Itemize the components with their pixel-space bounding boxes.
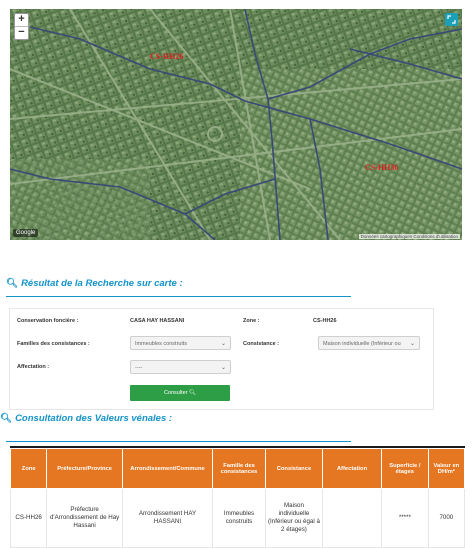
th-superficie: Superficie / étages bbox=[381, 448, 429, 489]
table-row: CS-HH26 Préfecture d'Arrondissement de H… bbox=[9, 488, 466, 548]
google-logo: Google bbox=[13, 229, 39, 237]
familles-label: Familles des consistances : bbox=[17, 341, 90, 347]
th-consistance: Consistance bbox=[264, 448, 323, 489]
th-zone: Zone bbox=[9, 448, 48, 489]
chevron-down-icon: ⌄ bbox=[409, 341, 415, 347]
zone-label: Zone : bbox=[243, 318, 260, 324]
cell-consistance: Maison individuelle (Inférieur ou égal à… bbox=[264, 488, 323, 548]
affectation-select-value: ---- bbox=[135, 365, 143, 371]
consistance-label: Consistance : bbox=[243, 341, 280, 347]
conservation-label: Conservation foncière : bbox=[17, 318, 79, 324]
affectation-label: Affectation : bbox=[17, 364, 50, 370]
result-title-text: Résultat de la Recherche sur carte : bbox=[21, 278, 183, 289]
zoom-in-button[interactable]: + bbox=[15, 14, 28, 26]
fullscreen-button[interactable] bbox=[445, 13, 458, 26]
th-valeur: Valeur en DH/m² bbox=[427, 448, 466, 489]
consulter-button[interactable]: Consulter 🔍︎ bbox=[130, 385, 230, 401]
consult-section-title: 🔍︎ Consultation des Valeurs vénales : bbox=[0, 413, 172, 424]
cell-valeur: 7000 bbox=[427, 488, 466, 548]
th-affectation: Affectation bbox=[321, 448, 383, 489]
familles-select-value: Immeubles construits bbox=[135, 341, 187, 347]
th-prefecture: Préfecture/Province bbox=[46, 448, 123, 489]
familles-select[interactable]: Immeubles construits ⌄ bbox=[130, 336, 231, 350]
cell-zone: CS-HH26 bbox=[9, 488, 48, 548]
result-title-underline bbox=[6, 296, 351, 297]
table-header-row: Zone Préfecture/Province Arrondissement/… bbox=[9, 448, 466, 489]
cell-famille: Immeubles construits bbox=[212, 488, 266, 548]
chevron-down-icon: ⌄ bbox=[220, 365, 226, 371]
conservation-value: CASA HAY HASSANI bbox=[130, 318, 185, 324]
affectation-select[interactable]: ---- ⌄ bbox=[130, 360, 231, 374]
zone-value: CS-HH26 bbox=[313, 318, 337, 324]
zone-label-hh36[interactable]: CS-HH36 bbox=[365, 163, 398, 172]
result-section-title: 🔍︎ Résultat de la Recherche sur carte : bbox=[6, 278, 183, 289]
search-icon: 🔍︎ bbox=[6, 278, 19, 289]
zoom-control: + − bbox=[14, 13, 29, 40]
cell-affectation bbox=[321, 488, 383, 548]
consistance-select[interactable]: Maison individuelle (Inférieur ou ⌄ bbox=[318, 336, 420, 350]
cell-prefecture: Préfecture d'Arrondissement de Hay Hassa… bbox=[46, 488, 123, 548]
cell-arrondissement: Arrondissement HAY HASSANI bbox=[121, 488, 214, 548]
chevron-down-icon: ⌄ bbox=[220, 341, 226, 347]
th-arrondissement: Arrondissement/Commune bbox=[121, 448, 214, 489]
map-attribution[interactable]: Données cartographiques Conditions d'uti… bbox=[358, 234, 460, 239]
zone-label-hh26[interactable]: CS-HH26 bbox=[150, 52, 183, 61]
consult-title-text: Consultation des Valeurs vénales : bbox=[15, 413, 173, 424]
search-icon: 🔍︎ bbox=[0, 413, 13, 424]
valeurs-table: Zone Préfecture/Province Arrondissement/… bbox=[9, 448, 466, 548]
satellite-map[interactable]: + − CS-HH26 CS-HH36 Google Données carto… bbox=[10, 9, 462, 240]
consult-title-underline bbox=[6, 441, 351, 442]
search-icon: 🔍︎ bbox=[189, 390, 197, 396]
cell-superficie: ***** bbox=[381, 488, 429, 548]
expand-icon bbox=[447, 15, 456, 24]
map-imagery bbox=[10, 9, 462, 240]
consulter-button-label: Consulter bbox=[163, 390, 188, 396]
consistance-select-value: Maison individuelle (Inférieur ou bbox=[323, 341, 401, 347]
th-famille: Famille des consistances bbox=[212, 448, 266, 489]
zoom-out-button[interactable]: − bbox=[15, 26, 28, 39]
